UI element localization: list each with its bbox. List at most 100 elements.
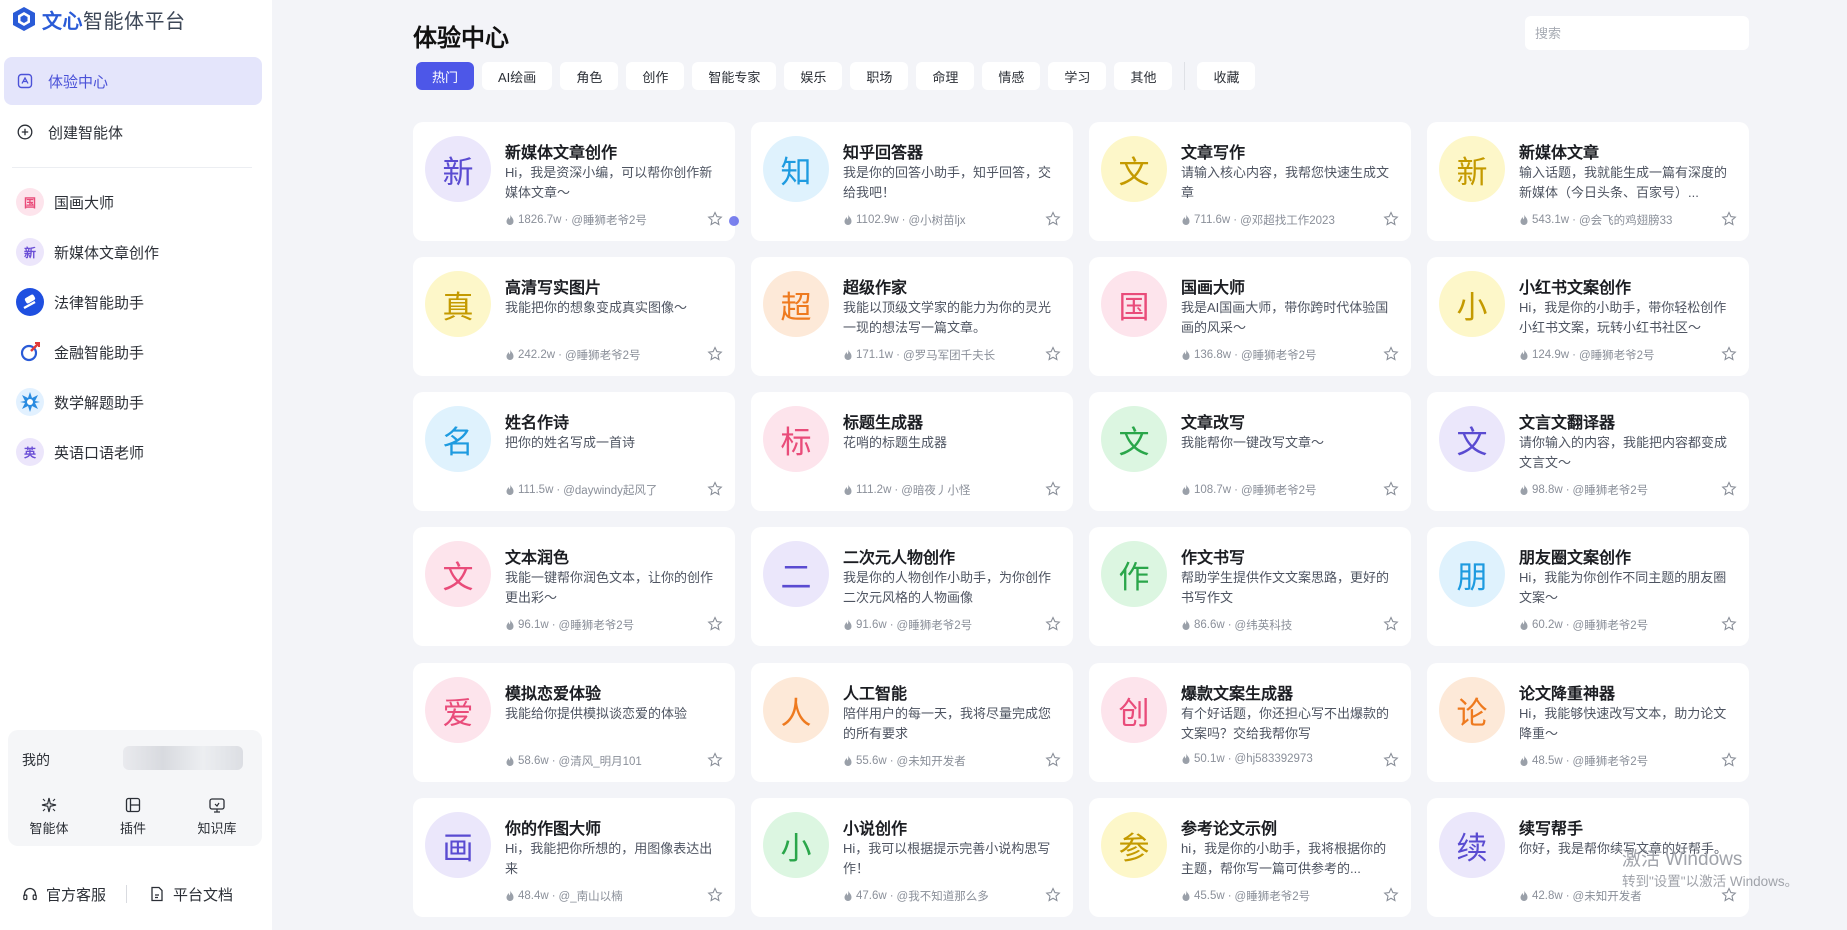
tab-experts[interactable]: 智能专家 bbox=[692, 62, 777, 90]
recent-agent-guohua[interactable]: 国 国画大师 bbox=[16, 185, 256, 219]
home-icon bbox=[16, 72, 34, 90]
recent-agent-finance[interactable]: 金融智能助手 bbox=[16, 335, 256, 369]
tab-hot[interactable]: 热门 bbox=[416, 62, 475, 90]
recent-agent-label: 国画大师 bbox=[54, 194, 115, 212]
favorite-star-icon[interactable] bbox=[1045, 211, 1061, 227]
tab-learning[interactable]: 学习 bbox=[1048, 62, 1107, 90]
agent-avatar: 文 bbox=[1439, 406, 1505, 472]
favorite-star-icon[interactable] bbox=[707, 887, 723, 903]
favorite-star-icon[interactable] bbox=[707, 752, 723, 768]
agent-avatar: 国 bbox=[16, 188, 44, 216]
recent-agent-math[interactable]: 数学解题助手 bbox=[16, 385, 256, 419]
tab-entertainment[interactable]: 娱乐 bbox=[784, 62, 843, 90]
tab-ai-painting[interactable]: AI绘画 bbox=[482, 62, 553, 90]
agent-card[interactable]: 新新媒体文章 输入话题，我就能生成一篇有深度的新媒体（今日头条、百家号）... 54… bbox=[1427, 122, 1749, 241]
agent-card[interactable]: 文文言文翻译器 请你输入的内容，我能把内容都变成文言文～ 98.8w · @睡狮老爷… bbox=[1427, 392, 1749, 511]
logo-cube-icon bbox=[13, 7, 35, 31]
meta-dot: · bbox=[889, 890, 894, 902]
favorite-star-icon[interactable] bbox=[1383, 887, 1399, 903]
agent-card[interactable]: 论论文降重神器 Hi，我能够快速改写文本，助力论文降重～ 48.5w · @睡狮老爷… bbox=[1427, 663, 1749, 782]
agent-card[interactable]: 创爆款文案生成器 有个好话题，你还担心写不出爆款的文案吗？交给我帮你写 50.1w … bbox=[1089, 663, 1411, 782]
mine-knowledge-button[interactable]: 知识库 bbox=[182, 796, 252, 837]
agent-description: 帮助学生提供作文文案思路，更好的书写作文 bbox=[1181, 570, 1390, 605]
favorite-star-icon[interactable] bbox=[1045, 346, 1061, 362]
nav-experience-center[interactable]: 体验中心 bbox=[4, 57, 262, 105]
fire-icon bbox=[1182, 619, 1190, 630]
favorite-star-icon[interactable] bbox=[1045, 887, 1061, 903]
agent-card[interactable]: 画你的作图大师 Hi，我能把你所想的，用图像表达出来 48.4w · @_南山以楠 bbox=[413, 798, 735, 917]
agent-card[interactable]: 二二次元人物创作 我是你的人物创作小助手，为你创作二次元风格的人物画像 91.6w … bbox=[751, 527, 1073, 646]
agent-description: Hi，我能够快速改写文本，助力论文降重～ bbox=[1519, 706, 1727, 741]
tab-emotion[interactable]: 情感 bbox=[982, 62, 1041, 90]
mine-plugins-button[interactable]: 插件 bbox=[98, 796, 168, 837]
agent-card[interactable]: 文文章写作 请输入核心内容，我帮您快速生成文章 711.6w · @邓超找工作202… bbox=[1089, 122, 1411, 241]
agent-card[interactable]: 爱模拟恋爱体验 我能给你提供模拟谈恋爱的体验 58.6w · @清风_明月101 bbox=[413, 663, 735, 782]
favorite-star-icon[interactable] bbox=[1721, 616, 1737, 632]
recent-agent-english[interactable]: 英 英语口语老师 bbox=[16, 435, 256, 469]
favorite-star-icon[interactable] bbox=[1383, 346, 1399, 362]
agent-card[interactable]: 标标题生成器 花哨的标题生成器 111.2w · @暗夜丿小怪 bbox=[751, 392, 1073, 511]
agent-card[interactable]: 参参考论文示例 hi，我是你的小助手，我将根据你的主题，帮你写一篇可供参考的...… bbox=[1089, 798, 1411, 917]
agent-card[interactable]: 新新媒体文章创作 Hi，我是资深小编，可以帮你创作新媒体文章～ 1826.7w · … bbox=[413, 122, 735, 241]
favorite-star-icon[interactable] bbox=[707, 616, 723, 632]
agent-title: 爆款文案生成器 bbox=[1181, 686, 1294, 703]
favorite-star-icon[interactable] bbox=[1045, 481, 1061, 497]
agent-meta: 124.9w · @睡狮老爷2号 bbox=[1519, 347, 1655, 363]
tab-fortune[interactable]: 命理 bbox=[916, 62, 975, 90]
tab-favorites[interactable]: 收藏 bbox=[1197, 62, 1256, 90]
agent-card[interactable]: 作作文书写 帮助学生提供作文文案思路，更好的书写作文 86.6w · @纬英科技 bbox=[1089, 527, 1411, 646]
agent-card[interactable]: 超超级作家 我能以顶级文学家的能力为你的灵光一现的想法写一篇文章。 171.1w ·… bbox=[751, 257, 1073, 376]
agent-card[interactable]: 文文本润色 我能一键帮你润色文本，让你的创作更出彩～ 96.1w · @睡狮老爷2号 bbox=[413, 527, 735, 646]
agent-card[interactable]: 国国画大师 我是AI国画大师，带你跨时代体验国画的风采～ 136.8w · @睡狮老… bbox=[1089, 257, 1411, 376]
recent-agent-legal[interactable]: 法律智能助手 bbox=[16, 285, 256, 319]
tab-roles[interactable]: 角色 bbox=[560, 62, 619, 90]
tab-creation[interactable]: 创作 bbox=[626, 62, 685, 90]
favorite-star-icon[interactable] bbox=[1721, 481, 1737, 497]
favorite-star-icon[interactable] bbox=[1721, 211, 1737, 227]
favorite-star-icon[interactable] bbox=[1383, 616, 1399, 632]
favorite-star-icon[interactable] bbox=[1383, 481, 1399, 497]
agent-card[interactable]: 小小说创作 Hi，我可以根据提示完善小说构思写作！ 47.6w · @我不知道那么多 bbox=[751, 798, 1073, 917]
agent-views: 47.6w bbox=[856, 890, 887, 902]
agent-card[interactable]: 真高清写实图片 我能把你的想象变成真实图像～ 242.2w · @睡狮老爷2号 bbox=[413, 257, 735, 376]
fire-icon bbox=[1520, 349, 1528, 360]
agent-card[interactable]: 文文章改写 我能帮你一键改写文章～ 108.7w · @睡狮老爷2号 bbox=[1089, 392, 1411, 511]
tab-other[interactable]: 其他 bbox=[1114, 62, 1173, 90]
agent-description: 我能把你的想象变成真实图像～ bbox=[505, 300, 688, 315]
search-input[interactable] bbox=[1525, 16, 1749, 50]
recent-agent-xinmeiti[interactable]: 新 新媒体文章创作 bbox=[16, 235, 256, 269]
meta-dot: · bbox=[894, 484, 899, 496]
recent-agent-label: 法律智能助手 bbox=[54, 294, 145, 312]
favorite-star-icon[interactable] bbox=[707, 211, 723, 227]
agent-title: 新媒体文章创作 bbox=[505, 145, 618, 162]
agent-card[interactable]: 朋朋友圈文案创作 Hi，我能为你创作不同主题的朋友圈文案～ 60.2w · @睡狮老… bbox=[1427, 527, 1749, 646]
agent-card[interactable]: 小小红书文案创作 Hi，我是你的小助手，带你轻松创作小红书文案，玩转小红书社区～ 1… bbox=[1427, 257, 1749, 376]
docs-link[interactable]: 平台文档 bbox=[127, 884, 233, 905]
support-link[interactable]: 官方客服 bbox=[0, 884, 106, 905]
meta-dot: · bbox=[1227, 619, 1232, 631]
favorite-star-icon[interactable] bbox=[1721, 346, 1737, 362]
favorite-star-icon[interactable] bbox=[1721, 752, 1737, 768]
favorite-star-icon[interactable] bbox=[1383, 752, 1399, 768]
agent-title: 作文书写 bbox=[1181, 550, 1246, 567]
agent-card[interactable]: 名姓名作诗 把你的姓名写成一首诗 111.5w · @daywindy起风了 bbox=[413, 392, 735, 511]
recent-agent-label: 新媒体文章创作 bbox=[54, 244, 160, 262]
agent-card[interactable]: 人人工智能 陪伴用户的每一天，我将尽量完成您的所有要求 55.6w · @未知开发者 bbox=[751, 663, 1073, 782]
agent-author: @睡狮老爷2号 bbox=[1572, 756, 1649, 768]
mine-agents-button[interactable]: 智能体 bbox=[14, 796, 84, 837]
favorite-star-icon[interactable] bbox=[1383, 211, 1399, 227]
headset-icon bbox=[23, 887, 37, 901]
cursor-indicator bbox=[729, 216, 739, 226]
tab-workplace[interactable]: 职场 bbox=[850, 62, 909, 90]
agent-description: 我是你的回答小助手，知乎回答，交给我吧！ bbox=[843, 165, 1052, 200]
agent-card[interactable]: 知知乎回答器 我是你的回答小助手，知乎回答，交给我吧！ 1102.9w · @小树苗… bbox=[751, 122, 1073, 241]
favorite-star-icon[interactable] bbox=[1045, 752, 1061, 768]
agent-title: 文章写作 bbox=[1181, 145, 1246, 162]
agent-author: @睡狮老爷2号 bbox=[558, 620, 635, 632]
nav-create-agent[interactable]: 创建智能体 bbox=[4, 108, 262, 156]
logo[interactable]: 文心智能体平台 bbox=[12, 4, 186, 34]
favorite-star-icon[interactable] bbox=[1045, 616, 1061, 632]
favorite-star-icon[interactable] bbox=[707, 346, 723, 362]
favorite-star-icon[interactable] bbox=[707, 481, 723, 497]
sidebar-divider bbox=[12, 167, 252, 168]
